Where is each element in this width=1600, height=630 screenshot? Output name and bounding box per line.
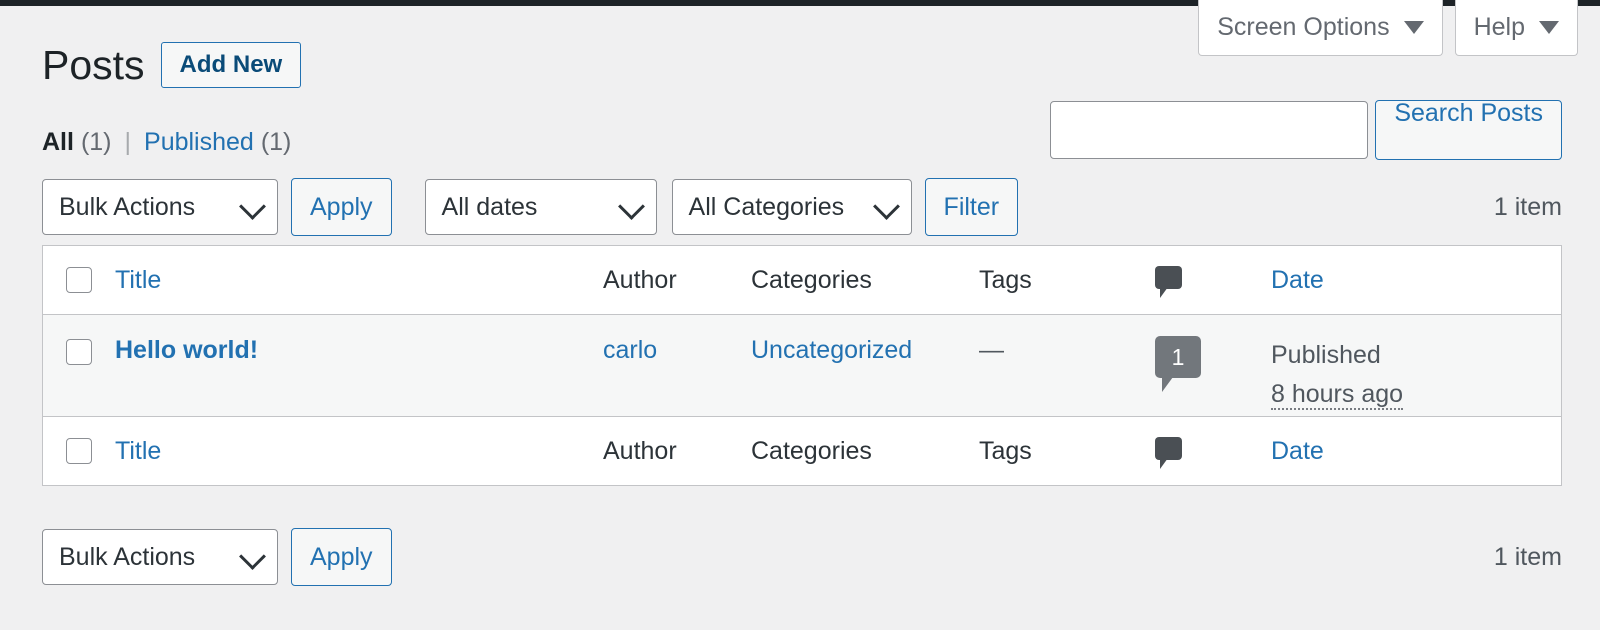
column-header-author: Author — [603, 266, 751, 295]
column-header-date-label: Date — [1271, 266, 1324, 294]
row-tags-value: — — [979, 336, 1004, 364]
select-all-header-cell — [43, 267, 115, 293]
select-all-checkbox-top[interactable] — [66, 267, 92, 293]
row-date-cell: Published 8 hours ago — [1271, 336, 1559, 414]
comment-bubble-icon — [1155, 266, 1182, 289]
apply-button-top[interactable]: Apply — [291, 178, 392, 236]
column-header-categories-label: Categories — [751, 266, 872, 294]
table-footer-row: Title Author Categories Tags Date — [43, 416, 1561, 485]
column-footer-author: Author — [603, 437, 751, 466]
help-label: Help — [1474, 13, 1525, 42]
view-separator: | — [125, 128, 132, 157]
column-footer-title-label: Title — [115, 437, 161, 465]
row-date-relative-wrap: 8 hours ago — [1271, 375, 1559, 414]
row-category-link[interactable]: Uncategorized — [751, 336, 912, 364]
category-filter-select[interactable]: All Categories — [672, 179, 912, 235]
row-date-status: Published — [1271, 336, 1559, 375]
row-title-cell: Hello world! — [115, 336, 603, 365]
column-footer-tags-label: Tags — [979, 437, 1032, 465]
row-checkbox[interactable] — [66, 339, 92, 365]
comment-count-bubble[interactable]: 1 — [1155, 336, 1201, 378]
bulk-actions-select-top[interactable]: Bulk Actions — [42, 179, 278, 235]
view-published-link[interactable]: Published — [144, 128, 254, 157]
column-footer-categories: Categories — [751, 437, 979, 466]
table-header-row: Title Author Categories Tags Date — [43, 246, 1561, 315]
date-filter-select[interactable]: All dates — [425, 179, 657, 235]
chevron-down-icon — [1539, 21, 1559, 34]
column-header-categories: Categories — [751, 266, 979, 295]
row-author-cell: carlo — [603, 336, 751, 365]
page-title: Posts — [42, 45, 145, 86]
displaying-num-bottom: 1 item — [1494, 543, 1562, 572]
displaying-num-top: 1 item — [1494, 193, 1562, 222]
column-footer-author-label: Author — [603, 437, 677, 465]
column-footer-date[interactable]: Date — [1271, 437, 1559, 466]
date-filter-select-wrap: All dates — [425, 179, 657, 235]
bulk-actions-select-bottom[interactable]: Bulk Actions — [42, 529, 278, 585]
column-header-title[interactable]: Title — [115, 266, 603, 295]
add-new-button[interactable]: Add New — [161, 42, 302, 88]
tablenav-bottom: Bulk Actions Apply 1 item — [42, 528, 1562, 586]
search-input[interactable] — [1050, 101, 1368, 159]
comment-bubble-icon — [1155, 437, 1182, 460]
chevron-down-icon — [1404, 21, 1424, 34]
post-status-views: All (1) | Published (1) — [42, 128, 291, 157]
tablenav-top: Bulk Actions Apply All dates All Categor… — [42, 178, 1562, 236]
posts-list-table: Title Author Categories Tags Date — [42, 245, 1562, 486]
column-footer-date-label: Date — [1271, 437, 1324, 465]
select-all-footer-cell — [43, 438, 115, 464]
column-header-tags-label: Tags — [979, 266, 1032, 294]
column-footer-comments[interactable] — [1155, 437, 1271, 465]
search-box: Search Posts — [1050, 100, 1562, 160]
help-tab[interactable]: Help — [1455, 0, 1578, 56]
row-comments-cell: 1 — [1155, 336, 1271, 378]
row-date-relative: 8 hours ago — [1271, 380, 1403, 410]
view-all-link[interactable]: All — [42, 128, 74, 157]
bulk-actions-select-top-wrap: Bulk Actions — [42, 179, 278, 235]
view-all-count: (1) — [81, 128, 112, 157]
row-select-cell — [43, 336, 115, 365]
column-header-author-label: Author — [603, 266, 677, 294]
column-header-date[interactable]: Date — [1271, 266, 1559, 295]
row-author-link[interactable]: carlo — [603, 336, 657, 364]
row-title-link[interactable]: Hello world! — [115, 336, 258, 364]
column-footer-tags: Tags — [979, 437, 1155, 466]
view-published-count: (1) — [261, 128, 292, 157]
screen-options-tab[interactable]: Screen Options — [1198, 0, 1442, 56]
screen-options-label: Screen Options — [1217, 13, 1389, 42]
category-filter-select-wrap: All Categories — [672, 179, 912, 235]
table-row: Hello world! carlo Uncategorized — 1 Pub… — [43, 315, 1561, 416]
row-categories-cell: Uncategorized — [751, 336, 979, 365]
column-header-comments[interactable] — [1155, 266, 1271, 294]
screen-meta-links: Screen Options Help — [1198, 0, 1578, 56]
apply-button-bottom[interactable]: Apply — [291, 528, 392, 586]
search-submit-button[interactable]: Search Posts — [1375, 100, 1562, 160]
column-footer-categories-label: Categories — [751, 437, 872, 465]
row-tags-cell: — — [979, 336, 1155, 365]
bulk-actions-select-bottom-wrap: Bulk Actions — [42, 529, 278, 585]
column-header-title-label: Title — [115, 266, 161, 294]
column-header-tags: Tags — [979, 266, 1155, 295]
filter-button[interactable]: Filter — [925, 178, 1019, 236]
select-all-checkbox-bottom[interactable] — [66, 438, 92, 464]
column-footer-title[interactable]: Title — [115, 437, 603, 466]
page-title-row: Posts Add New — [42, 42, 301, 88]
